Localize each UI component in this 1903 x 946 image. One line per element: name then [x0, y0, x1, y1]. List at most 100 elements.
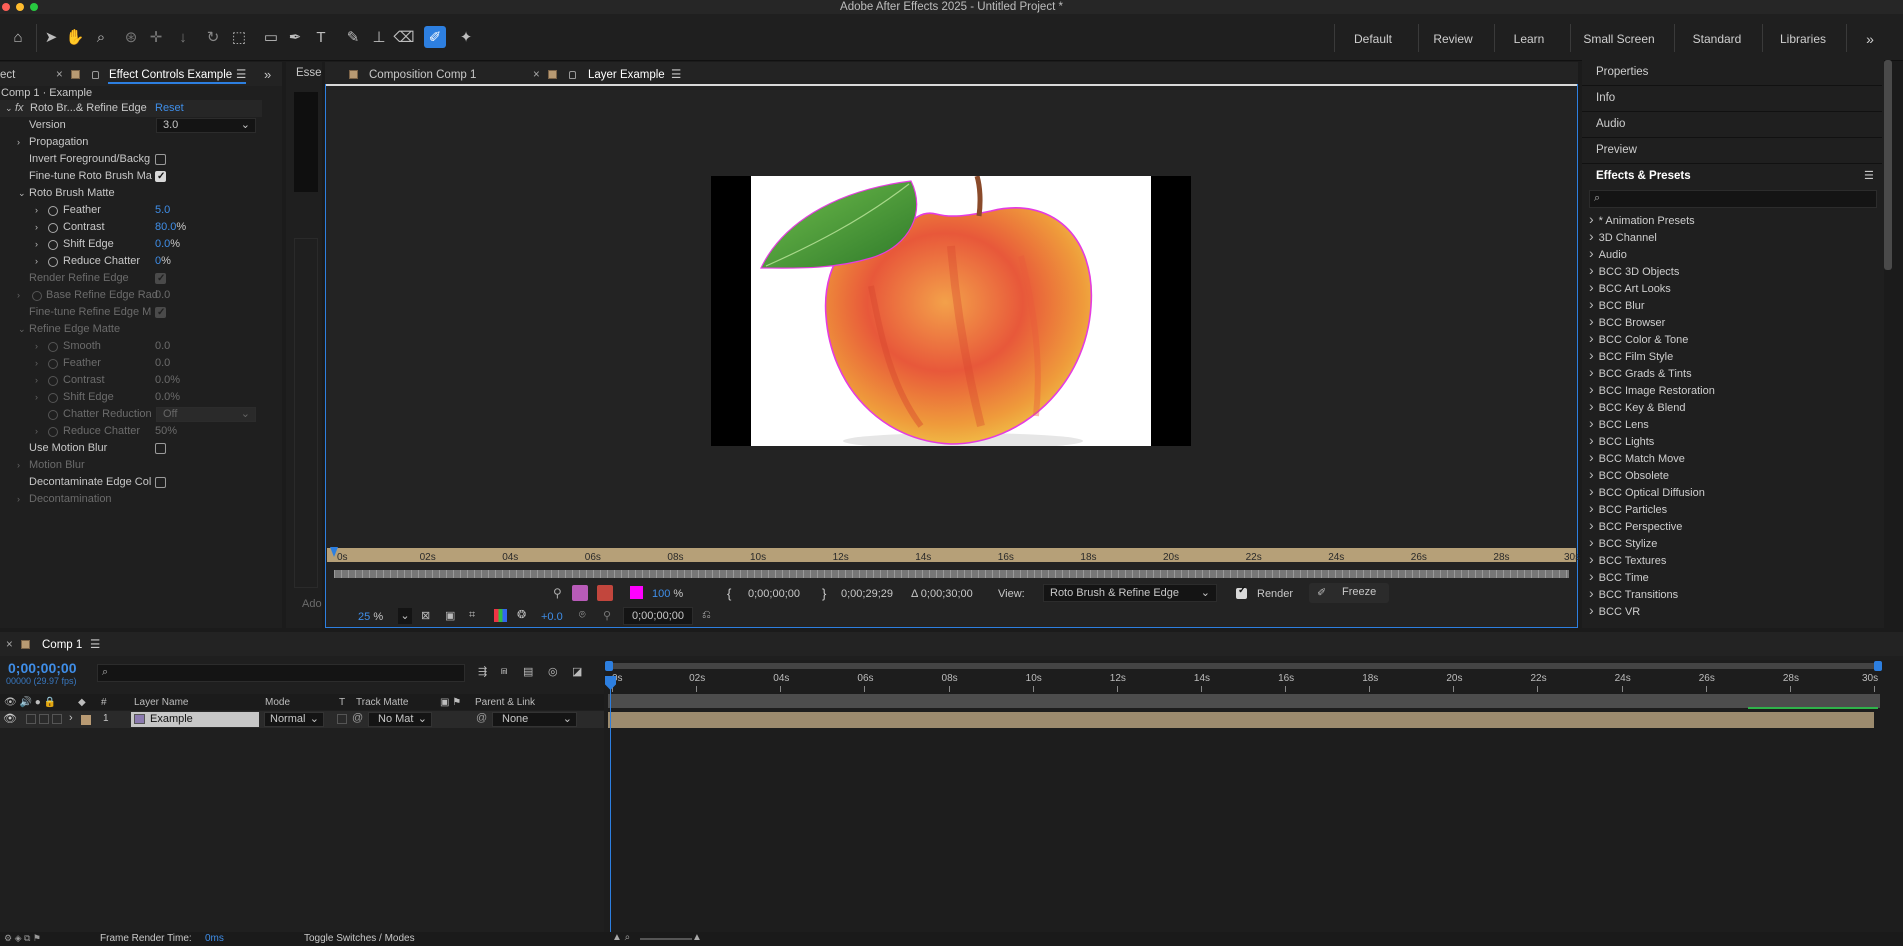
- freeze-button[interactable]: ✐ Freeze: [1309, 583, 1389, 603]
- preview-panel-header[interactable]: Preview: [1596, 144, 1637, 156]
- minimize-window-button[interactable]: [16, 3, 24, 11]
- effects-category-item[interactable]: BCC 3D Objects: [1589, 262, 1680, 279]
- close-tab-icon[interactable]: ×: [56, 66, 63, 84]
- zoom-tool-icon[interactable]: ⌕: [90, 26, 112, 48]
- motion-blur-icon[interactable]: ◎: [548, 665, 558, 678]
- effects-category-item[interactable]: BCC Color & Tone: [1589, 330, 1689, 347]
- comp-mini-flowchart-icon[interactable]: ⇶: [478, 665, 487, 678]
- add-button[interactable]: Ado: [302, 598, 322, 610]
- effects-category-item[interactable]: BCC Lens: [1589, 415, 1649, 432]
- effects-category-item[interactable]: BCC Key & Blend: [1589, 398, 1686, 415]
- stopwatch-icon[interactable]: [48, 342, 58, 352]
- track-matte-dropdown[interactable]: No Mat ⌄: [368, 712, 432, 727]
- in-point-icon[interactable]: {: [727, 586, 731, 601]
- zoom-in-icon[interactable]: ▲: [692, 932, 702, 943]
- more-workspaces-icon[interactable]: »: [1860, 28, 1880, 50]
- matte-color-swatch[interactable]: [630, 586, 643, 599]
- workspace-small-screen[interactable]: Small Screen: [1576, 28, 1662, 50]
- effects-category-item[interactable]: BCC Textures: [1589, 551, 1667, 568]
- fit-icon[interactable]: ⊠: [421, 609, 430, 622]
- lock-icon[interactable]: [569, 66, 576, 84]
- label-color-swatch[interactable]: [81, 715, 91, 725]
- effects-panel-menu-icon[interactable]: ☰: [1864, 169, 1874, 182]
- effects-search-input[interactable]: ⌕: [1589, 190, 1877, 208]
- shy-layers-icon[interactable]: ⩎: [501, 665, 507, 678]
- effects-category-item[interactable]: BCC Match Move: [1589, 449, 1685, 466]
- grid-icon[interactable]: ⌗: [469, 609, 475, 622]
- zoom-field[interactable]: 25 %: [358, 611, 383, 623]
- out-point-time[interactable]: 0;00;29;29: [841, 588, 893, 600]
- stopwatch-icon[interactable]: [48, 427, 58, 437]
- stopwatch-icon[interactable]: [48, 223, 58, 233]
- snapshot-icon[interactable]: ⌾: [579, 609, 586, 622]
- puppet-pin-tool-icon[interactable]: ✦: [455, 26, 477, 48]
- render-checkbox[interactable]: [1236, 585, 1247, 599]
- layer-name-column-header[interactable]: Layer Name: [134, 697, 188, 708]
- refine-edge-matte-row[interactable]: ⌄ Refine Edge Matte: [0, 321, 262, 338]
- effects-category-item[interactable]: BCC Grads & Tints: [1589, 364, 1692, 381]
- rotate-tool-icon[interactable]: ↻: [202, 26, 224, 48]
- contrast-value[interactable]: 80.0: [155, 221, 176, 233]
- graph-editor-icon[interactable]: ◪: [572, 665, 582, 678]
- effects-category-item[interactable]: BCC Perspective: [1589, 517, 1683, 534]
- effects-category-item[interactable]: BCC Transitions: [1589, 585, 1678, 602]
- parent-dropdown[interactable]: None ⌄: [492, 712, 577, 727]
- show-background-icon[interactable]: [597, 585, 613, 601]
- dolly-tool-icon[interactable]: ↓: [172, 26, 194, 48]
- layer-image[interactable]: [751, 176, 1151, 446]
- audio-toggle[interactable]: [26, 714, 36, 724]
- reset-link[interactable]: Reset: [155, 100, 184, 117]
- effects-category-item[interactable]: BCC Art Looks: [1589, 279, 1671, 296]
- pen-tool-icon[interactable]: ✒: [284, 26, 306, 48]
- effects-category-item[interactable]: BCC Film Style: [1589, 347, 1674, 364]
- lock-icon[interactable]: [92, 66, 99, 84]
- decontaminate-edge-checkbox[interactable]: [155, 477, 166, 488]
- feather-value[interactable]: 5.0: [155, 202, 170, 219]
- timeline-timecode[interactable]: 0;00;00;00: [8, 660, 77, 676]
- effects-category-item[interactable]: BCC Time: [1589, 568, 1649, 585]
- hand-tool-icon[interactable]: ✋: [64, 26, 86, 48]
- lock-toggle[interactable]: [52, 714, 62, 724]
- audio-panel-header[interactable]: Audio: [1596, 118, 1625, 130]
- effects-category-item[interactable]: Audio: [1589, 245, 1627, 262]
- workspace-review[interactable]: Review: [1424, 28, 1482, 50]
- effects-category-item[interactable]: BCC Blur: [1589, 296, 1645, 313]
- stopwatch-icon[interactable]: [48, 359, 58, 369]
- close-tab-icon[interactable]: ×: [533, 66, 540, 84]
- stopwatch-icon[interactable]: [48, 257, 58, 267]
- pan-behind-tool-icon[interactable]: ⬚: [228, 26, 250, 48]
- effect-header-row[interactable]: ⌄ fx Roto Br...& Refine Edge Reset: [0, 100, 262, 117]
- status-icons[interactable]: ⚙ ◈ ⧉ ⚑: [4, 933, 41, 944]
- layer-work-area-bar[interactable]: [334, 570, 1569, 578]
- time-navigator-start[interactable]: [605, 661, 613, 671]
- exposure-reset-icon[interactable]: ❂: [517, 608, 526, 621]
- render-refine-edge-checkbox[interactable]: [155, 270, 166, 287]
- effects-category-item[interactable]: BCC Image Restoration: [1589, 381, 1715, 398]
- matte-opacity-field[interactable]: 100 %: [652, 588, 683, 600]
- stopwatch-icon[interactable]: [48, 240, 58, 250]
- current-time-field[interactable]: 0;00;00;00: [623, 607, 693, 625]
- motion-blur-row[interactable]: › Motion Blur: [0, 457, 262, 474]
- panel-menu-icon[interactable]: ☰: [90, 636, 100, 654]
- stopwatch-icon[interactable]: [48, 393, 58, 403]
- decontamination-row[interactable]: › Decontamination: [0, 491, 262, 508]
- show-snapshot-icon[interactable]: ⚲: [603, 609, 611, 622]
- zoom-out-icon[interactable]: ▲ ⌕: [612, 932, 630, 943]
- time-navigator[interactable]: [608, 663, 1880, 669]
- expand-panels-icon[interactable]: »: [264, 66, 271, 84]
- shift-edge-value[interactable]: 0.0: [155, 238, 170, 250]
- finetune-refine-checkbox[interactable]: [155, 304, 166, 321]
- invert-foreground-checkbox[interactable]: [155, 154, 166, 165]
- workspace-libraries[interactable]: Libraries: [1768, 28, 1838, 50]
- text-tool-icon[interactable]: T: [310, 26, 332, 48]
- stopwatch-icon[interactable]: [48, 376, 58, 386]
- right-panel-scrollbar[interactable]: [1884, 60, 1892, 270]
- effects-category-item[interactable]: BCC Obsolete: [1589, 466, 1669, 483]
- expand-layer-icon[interactable]: ›: [69, 712, 73, 724]
- effects-category-item[interactable]: BCC Particles: [1589, 500, 1667, 517]
- pickwhip-icon[interactable]: @: [352, 712, 363, 724]
- work-area-bar[interactable]: [608, 694, 1880, 708]
- layer-duration-bar[interactable]: [608, 712, 1874, 728]
- rectangle-tool-icon[interactable]: ▭: [260, 26, 282, 48]
- zoom-slider[interactable]: [640, 938, 692, 940]
